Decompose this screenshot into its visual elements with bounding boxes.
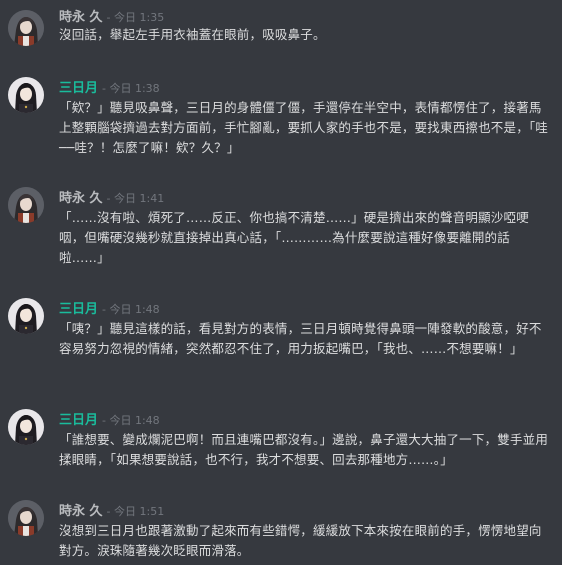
timestamp: 今日 1:48 <box>109 303 160 316</box>
avatar-tokinaga[interactable] <box>8 10 44 46</box>
message-content: 「……沒有啦、煩死了……反正、你也搞不清楚……」硬是擠出來的聲音明顯沙啞哽咽，但… <box>59 210 529 265</box>
username[interactable]: 三日月 <box>59 302 98 317</box>
avatar-mikazuki[interactable] <box>8 77 44 113</box>
username[interactable]: 時永 久 <box>59 191 103 206</box>
username[interactable]: 三日月 <box>59 413 98 428</box>
message-header: 時永 久- 今日 1:35 <box>59 10 165 25</box>
avatar-mikazuki[interactable] <box>8 409 44 445</box>
message-content: 「欸？」聽見吸鼻聲，三日月的身體僵了僵，手還停在半空中，表情都愣住了，接著馬上整… <box>59 100 549 155</box>
avatar-tokinaga[interactable] <box>8 187 44 223</box>
timestamp: 今日 1:48 <box>109 414 160 427</box>
message-header: 三日月 - 今日 1:38 <box>59 81 160 96</box>
username[interactable]: 時永 久 <box>59 504 103 519</box>
message-header: 三日月 - 今日 1:48 <box>59 413 160 428</box>
chat-log: 時永 久- 今日 1:35 沒回話，舉起左手用衣袖蓋在眼前，吸吸鼻子。 三日月 -… <box>0 0 562 565</box>
timestamp: 今日 1:35 <box>114 11 165 24</box>
message-header: 三日月 - 今日 1:48 <box>59 302 160 317</box>
message-content: 「咦？」聽見這樣的話，看見對方的表情，三日月頓時覺得鼻頭一陣發軟的酸意，好不容易… <box>59 321 542 356</box>
message-header: 時永 久- 今日 1:41 <box>59 191 165 206</box>
message-content: 沒回話，舉起左手用衣袖蓋在眼前，吸吸鼻子。 <box>59 27 326 42</box>
message-content: 「誰想要、變成爛泥巴啊！而且連嘴巴都沒有。」邊說，鼻子還大大抽了一下，雙手並用揉… <box>59 432 549 467</box>
message-content: 沒想到三日月也跟著激動了起來而有些錯愕，緩緩放下本來按在眼前的手，愣愣地望向對方… <box>59 523 542 558</box>
timestamp: 今日 1:51 <box>114 505 165 518</box>
timestamp: 今日 1:41 <box>114 192 165 205</box>
message-header: 時永 久- 今日 1:51 <box>59 504 165 519</box>
username[interactable]: 三日月 <box>59 81 98 96</box>
avatar-tokinaga[interactable] <box>8 500 44 536</box>
username[interactable]: 時永 久 <box>59 10 103 25</box>
avatar-mikazuki[interactable] <box>8 298 44 334</box>
timestamp: 今日 1:38 <box>109 82 160 95</box>
